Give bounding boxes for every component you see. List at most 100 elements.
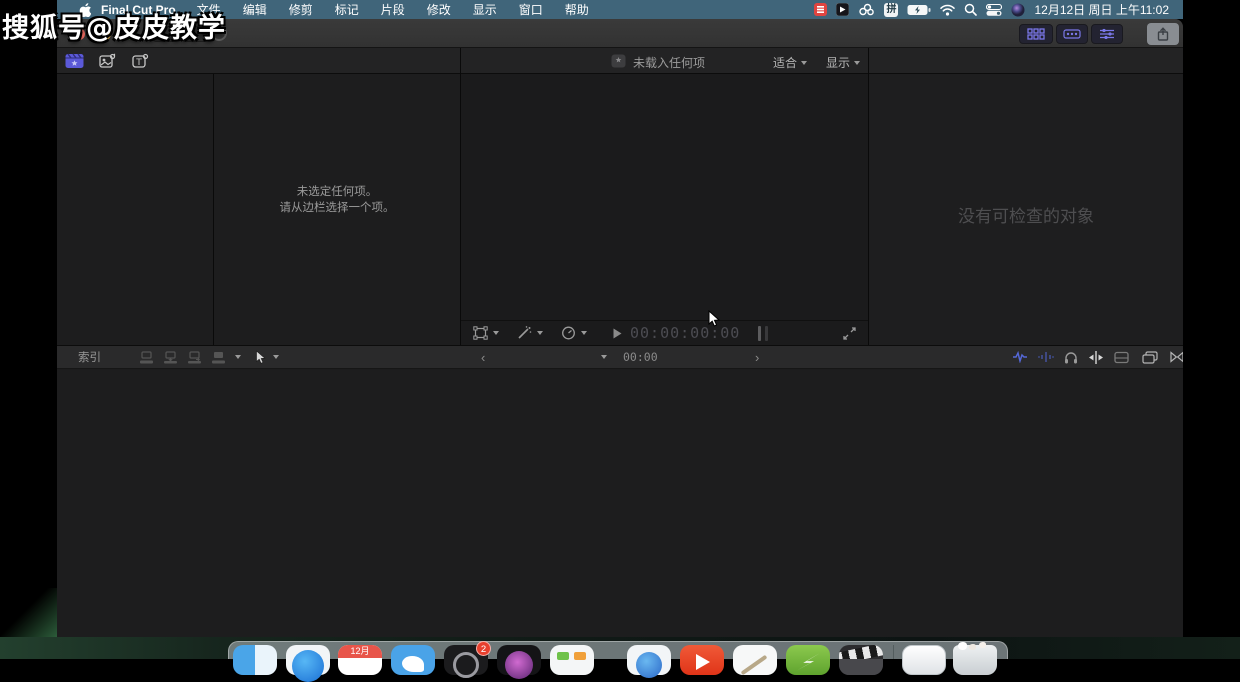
titles-generators-icon[interactable]: T	[132, 53, 150, 69]
tool-menu-chevron[interactable]	[273, 355, 279, 359]
dock-calendar-icon[interactable]: 12月	[338, 645, 382, 675]
dock-twitter-icon[interactable]	[391, 645, 435, 675]
solo-headphones-icon[interactable]	[1064, 351, 1078, 364]
play-button[interactable]	[613, 328, 622, 339]
timeline-history-chevron[interactable]	[601, 355, 607, 359]
effects-wand-icon[interactable]	[517, 326, 532, 340]
close-window-button[interactable]	[73, 28, 85, 40]
timeline-area[interactable]	[57, 370, 1183, 637]
sliders-icon	[1099, 28, 1115, 40]
viewer-panel[interactable]: 00:00:00:00	[461, 74, 868, 345]
dock-trash-icon[interactable]	[953, 645, 997, 675]
viewer-title: 未载入任何项	[633, 54, 705, 71]
snapping-toggle-icon[interactable]	[1088, 351, 1104, 364]
browser-empty-message: 未选定任何项。 请从边栏选择一个项。	[214, 184, 460, 216]
dock-globe-app-icon[interactable]	[627, 645, 671, 675]
viewer-toolbar: 00:00:00:00	[461, 320, 868, 345]
siri-icon[interactable]	[1011, 3, 1025, 17]
retime-icon[interactable]	[561, 326, 576, 340]
viewer-zoom-dropdown[interactable]: 适合	[773, 54, 807, 71]
transform-menu-chevron[interactable]	[493, 331, 499, 335]
menu-trim[interactable]: 修剪	[278, 1, 324, 18]
apple-menu[interactable]	[73, 2, 95, 17]
retime-menu-chevron[interactable]	[581, 331, 587, 335]
zoom-window-button[interactable]	[125, 28, 137, 40]
browser-panel[interactable]: 未选定任何项。 请从边栏选择一个项。	[214, 74, 460, 345]
audio-meter-right[interactable]	[765, 326, 768, 341]
clip-appearance-icon[interactable]	[1114, 351, 1129, 364]
panel-header-row: T 未载入任何项 适合 显示	[57, 48, 1183, 74]
organize-grid-button[interactable]	[1019, 24, 1053, 44]
viewer-media-icon	[611, 54, 626, 68]
minimize-window-button[interactable]	[99, 28, 111, 40]
menu-window[interactable]: 窗口	[508, 1, 554, 18]
viewer-display-dropdown[interactable]: 显示	[826, 54, 860, 71]
control-center-icon[interactable]	[986, 4, 1002, 16]
audio-meter-left[interactable]	[758, 326, 761, 341]
sidebar-toggle-button[interactable]	[153, 26, 178, 42]
menu-modify[interactable]: 修改	[416, 1, 462, 18]
select-tool-icon[interactable]	[255, 350, 267, 365]
fullscreen-expand-icon[interactable]	[843, 327, 856, 340]
index-button[interactable]: 索引	[78, 349, 101, 365]
background-tasks-button[interactable]	[211, 25, 227, 41]
edit-options-chevron[interactable]	[235, 355, 241, 359]
wifi-icon[interactable]	[940, 4, 955, 16]
menubar-datetime[interactable]: 12月12日 周日 上午11:02	[1034, 1, 1169, 18]
dock-camera-app-icon[interactable]	[497, 645, 541, 675]
pinyin-input-icon[interactable]: 拼	[884, 3, 898, 17]
menu-bar: Final Cut Pro 文件 编辑 修剪 标记 片段 修改 显示 窗口 帮助…	[57, 0, 1183, 19]
dock-video-play-app-icon[interactable]	[680, 645, 724, 675]
dock-document-stack-icon[interactable]	[902, 645, 946, 675]
menu-file[interactable]: 文件	[186, 1, 232, 18]
next-item-button[interactable]: ›	[755, 350, 759, 365]
menu-view[interactable]: 显示	[462, 1, 508, 18]
cloud-drive-icon[interactable]	[858, 3, 875, 16]
dock-notes-app-icon[interactable]	[733, 645, 777, 675]
connect-edit-icon[interactable]	[139, 351, 154, 364]
overwrite-edit-icon[interactable]	[211, 351, 226, 364]
media-import-button[interactable]	[182, 26, 207, 42]
screen: Final Cut Pro 文件 编辑 修剪 标记 片段 修改 显示 窗口 帮助…	[0, 0, 1240, 659]
timeline-timecode[interactable]: 00:00	[623, 350, 658, 364]
dock-safari-icon[interactable]	[286, 645, 330, 675]
insert-edit-icon[interactable]	[163, 351, 178, 364]
recorder-red-icon[interactable]	[814, 3, 827, 16]
share-button[interactable]	[1147, 23, 1179, 45]
libraries-sidebar[interactable]	[57, 74, 213, 345]
menu-help[interactable]: 帮助	[554, 1, 600, 18]
media-photos-icon[interactable]	[99, 53, 117, 69]
apple-icon	[78, 2, 91, 17]
adjust-sliders-button[interactable]	[1091, 24, 1123, 44]
audio-skimming-toggle-icon[interactable]	[1038, 351, 1054, 363]
dock-divider	[893, 645, 894, 659]
app-menu-final-cut-pro[interactable]: Final Cut Pro	[95, 3, 186, 17]
menu-clip[interactable]: 片段	[370, 1, 416, 18]
dock-final-cut-pro-icon[interactable]	[839, 645, 883, 675]
inspector-panel[interactable]: 没有可检查的对象	[869, 74, 1183, 345]
window-titlebar[interactable]	[57, 19, 1183, 48]
browser-empty-line2: 请从边栏选择一个项。	[214, 200, 460, 216]
timeline-bowtie-icon[interactable]	[1170, 351, 1183, 363]
screen-player-icon[interactable]	[836, 3, 849, 16]
chevron-down-icon	[801, 61, 807, 65]
battery-charging-icon[interactable]	[907, 4, 931, 16]
menu-edit[interactable]: 编辑	[232, 1, 278, 18]
transform-tool-icon[interactable]	[473, 326, 488, 340]
previous-item-button[interactable]: ‹	[481, 350, 485, 365]
skimming-toggle-icon[interactable]	[1012, 351, 1028, 363]
library-clapper-icon[interactable]	[65, 53, 84, 69]
svg-text:T: T	[135, 58, 142, 68]
dock-green-app-icon[interactable]	[786, 645, 830, 675]
viewer-timecode[interactable]: 00:00:00:00	[630, 324, 740, 342]
spotlight-search-icon[interactable]	[964, 3, 977, 16]
menu-mark[interactable]: 标记	[324, 1, 370, 18]
effects-menu-chevron[interactable]	[537, 331, 543, 335]
list-view-button[interactable]	[1056, 24, 1088, 44]
inspector-empty-message: 没有可检查的对象	[869, 202, 1183, 227]
dock-finder-icon[interactable]	[233, 645, 277, 675]
append-edit-icon[interactable]	[187, 351, 202, 364]
viewer-display-label: 显示	[826, 54, 850, 71]
dock-board-app-icon[interactable]	[550, 645, 594, 675]
timeline-windows-icon[interactable]	[1142, 351, 1158, 364]
